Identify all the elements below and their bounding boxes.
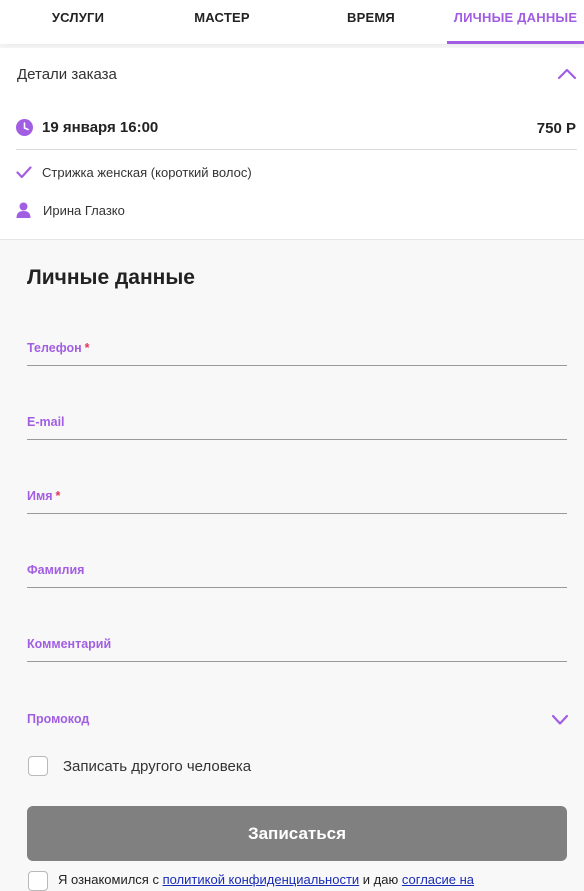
consent-text: Я ознакомился с политикой конфиденциальн… <box>58 872 474 887</box>
order-service-row: Стрижка женская (короткий волос) <box>16 165 252 180</box>
email-label: E-mail <box>27 415 65 429</box>
submit-button[interactable]: Записаться <box>27 806 567 861</box>
required-marker: * <box>55 489 61 503</box>
active-tab-indicator <box>447 41 584 44</box>
first-name-label: Имя * <box>27 489 61 503</box>
other-person-label: Записать другого человека <box>63 758 252 775</box>
last-name-label: Фамилия <box>27 563 85 577</box>
first-name-field[interactable]: Имя * <box>27 483 567 514</box>
comment-label: Комментарий <box>27 637 112 651</box>
comment-field[interactable]: Комментарий <box>27 631 567 662</box>
divider <box>16 149 577 150</box>
privacy-policy-link[interactable]: политикой конфиденциальности <box>163 872 360 887</box>
last-name-field[interactable]: Фамилия <box>27 557 567 588</box>
required-marker: * <box>84 341 90 355</box>
order-details-toggle[interactable]: Детали заказа <box>0 48 584 104</box>
form-title: Личные данные <box>27 266 195 289</box>
consent-prefix: Я ознакомился с <box>58 872 163 887</box>
tab-time[interactable]: ВРЕМЯ <box>293 0 449 44</box>
check-icon <box>16 166 32 179</box>
promo-code-toggle[interactable]: Промокод <box>27 712 89 726</box>
phone-label: Телефон * <box>27 341 90 355</box>
order-price: 750 Р <box>536 120 576 137</box>
order-master: Ирина Глазко <box>43 202 125 218</box>
phone-field[interactable]: Телефон * <box>27 335 567 366</box>
consent-checkbox[interactable] <box>28 871 48 891</box>
email-field[interactable]: E-mail <box>27 409 567 440</box>
order-details-title: Детали заказа <box>17 66 117 83</box>
order-master-row: Ирина Глазко <box>16 202 125 218</box>
chevron-down-icon[interactable] <box>551 714 569 726</box>
person-icon <box>16 202 31 218</box>
chevron-up-icon[interactable] <box>557 68 577 80</box>
other-person-checkbox[interactable] <box>28 756 48 776</box>
order-datetime-row: 19 января 16:00 <box>16 119 158 136</box>
consent-middle: и даю <box>359 872 402 887</box>
tab-personal-data[interactable]: ЛИЧНЫЕ ДАННЫЕ <box>447 0 584 44</box>
consent-link[interactable]: согласие на <box>402 872 474 887</box>
clock-icon <box>16 119 33 136</box>
order-datetime: 19 января 16:00 <box>42 119 159 136</box>
order-summary: 19 января 16:00 750 Р Стрижка женская (к… <box>0 104 584 240</box>
tab-services[interactable]: УСЛУГИ <box>0 0 156 44</box>
tab-master[interactable]: МАСТЕР <box>144 0 300 44</box>
step-tabs: УСЛУГИ МАСТЕР ВРЕМЯ ЛИЧНЫЕ ДАННЫЕ <box>0 0 584 44</box>
order-service: Стрижка женская (короткий волос) <box>42 165 252 180</box>
